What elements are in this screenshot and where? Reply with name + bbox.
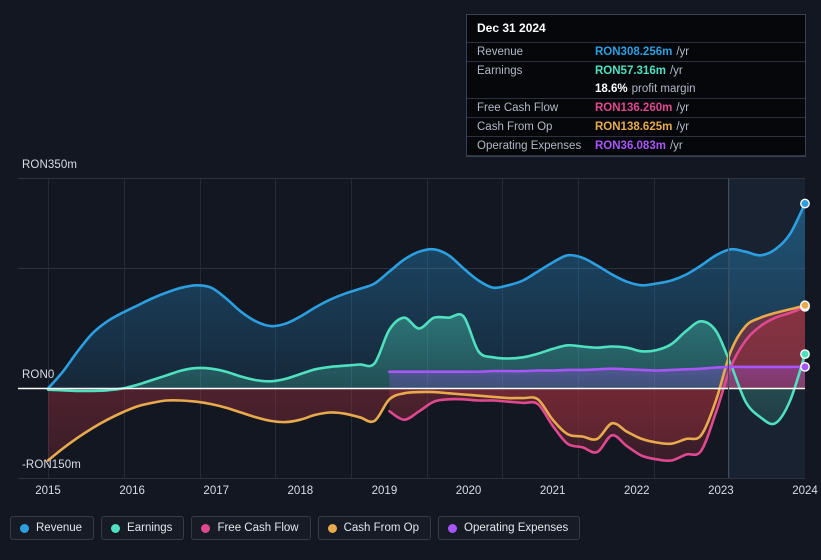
x-axis-tick-2018: 2018 (287, 485, 314, 497)
tooltip-row-value: RON138.625m (595, 121, 673, 133)
legend-item-label: Operating Expenses (464, 522, 569, 534)
tooltip-row-operating-expenses: Operating Expenses RON36.083m/yr (467, 136, 805, 155)
tooltip-row-unit: /yr (676, 102, 690, 114)
tooltip-row-value: RON36.083m (595, 140, 666, 152)
tooltip-bottom-rule (467, 155, 805, 156)
tooltip-row-value: RON136.260m (595, 102, 673, 114)
legend-item-label: Cash From Op (343, 522, 420, 534)
legend-item-free-cash-flow[interactable]: Free Cash Flow (191, 516, 311, 540)
endpoint-marker-cash-from-op[interactable] (800, 300, 810, 311)
x-axis: 2015 2016 2017 2018 2019 2020 2021 2022 2023 2024 (0, 485, 821, 501)
legend-item-label: Earnings (127, 522, 173, 534)
x-axis-tick-2019: 2019 (371, 485, 398, 497)
tooltip-row-earnings: Earnings RON57.316m/yr (467, 61, 805, 80)
profit-margin-label: profit margin (631, 83, 696, 95)
legend-color-dot (448, 523, 458, 533)
tooltip-row-value: RON57.316m (595, 65, 666, 77)
tooltip-row-unit: /yr (669, 65, 683, 77)
y-axis-label-zero: RON0 (22, 369, 55, 381)
endpoint-marker-earnings[interactable] (800, 349, 810, 360)
x-axis-tick-2023: 2023 (708, 485, 734, 497)
legend-color-dot (111, 523, 121, 533)
tooltip-row-unit: /yr (676, 46, 690, 58)
endpoint-marker-operating-expenses[interactable] (800, 361, 810, 372)
tooltip-row-value: RON308.256m (595, 46, 673, 58)
x-axis-tick-2020: 2020 (455, 485, 482, 497)
tooltip-row-label: Cash From Op (477, 121, 553, 133)
x-axis-tick-2022: 2022 (623, 485, 650, 497)
legend-color-dot (20, 523, 29, 533)
x-axis-tick-2015: 2015 (35, 485, 61, 497)
tooltip-row-revenue: Revenue RON308.256m/yr (467, 42, 805, 61)
legend-item-revenue[interactable]: Revenue (10, 516, 95, 540)
legend-color-dot (327, 523, 337, 533)
profit-margin-value: 18.6% (595, 83, 628, 95)
y-axis-label-max: RON350m (22, 159, 78, 171)
x-axis-tick-2024: 2024 (792, 485, 818, 497)
endpoint-marker-revenue[interactable] (800, 198, 810, 209)
legend-item-label: Free Cash Flow (217, 522, 299, 534)
legend-item-operating-expenses[interactable]: Operating Expenses (438, 516, 581, 540)
tooltip-row-profit-margin: 18.6% profit margin (467, 80, 805, 98)
tooltip-date: Dec 31 2024 (477, 21, 546, 35)
data-tooltip: Dec 31 2024 Revenue RON308.256m/yr Earning… (466, 14, 806, 157)
tooltip-row-unit: /yr (676, 121, 690, 133)
chart-legend: Revenue Earnings Free Cash Flow Cash From O… (10, 516, 581, 540)
tooltip-row-free-cash-flow: Free Cash Flow RON136.260m/yr (467, 98, 805, 117)
tooltip-row-label: Revenue (477, 46, 524, 58)
tooltip-row-label: Operating Expenses (477, 140, 582, 152)
x-axis-tick-2021: 2021 (539, 485, 566, 497)
x-axis-tick-2016: 2016 (119, 485, 145, 497)
tooltip-row-cash-from-op: Cash From Op RON138.625m/yr (467, 117, 805, 136)
y-axis-label-min: -RON150m (22, 459, 81, 471)
financial-chart: RON350m RON0 -RON150m 2015 2016 2017 2018 20… (0, 0, 821, 560)
tooltip-row-unit: /yr (669, 140, 683, 152)
tooltip-row-label: Earnings (477, 65, 523, 77)
x-axis-tick-2017: 2017 (203, 485, 230, 497)
legend-item-label: Revenue (36, 522, 83, 534)
tooltip-row-label: Free Cash Flow (477, 102, 559, 114)
legend-item-earnings[interactable]: Earnings (101, 516, 185, 540)
legend-color-dot (201, 523, 211, 533)
legend-item-cash-from-op[interactable]: Cash From Op (317, 516, 432, 540)
